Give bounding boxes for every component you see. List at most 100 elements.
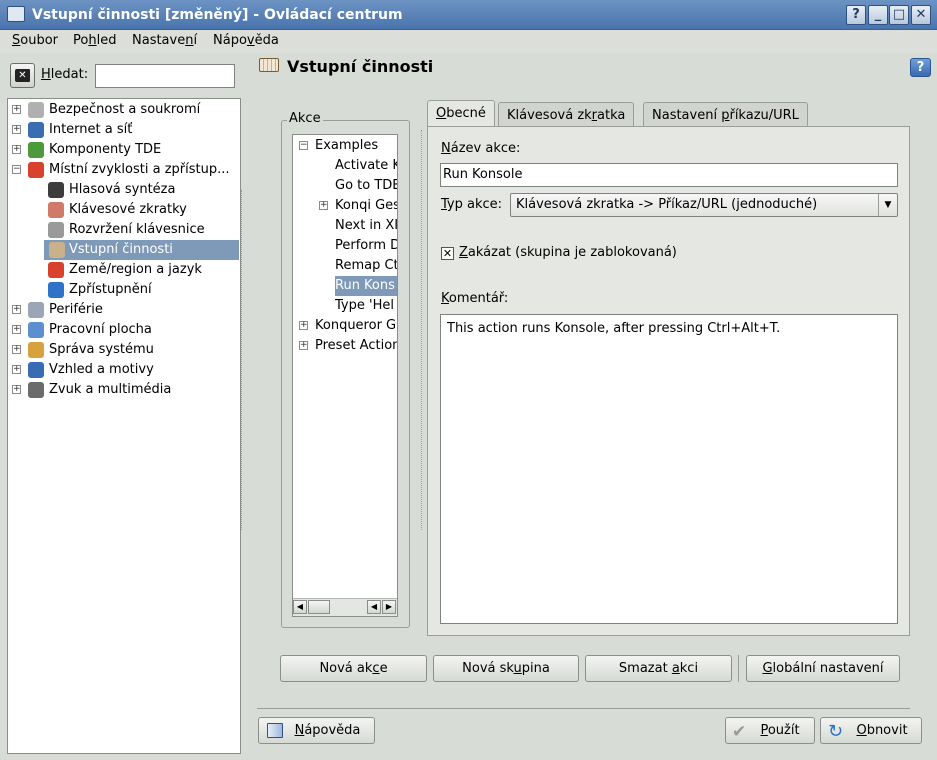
button-text: kci xyxy=(679,661,699,676)
actions-tree[interactable]: Examples − Activate K Go to TDE Konqi Ges + Ne… xyxy=(292,134,398,617)
button-mnemonic: a xyxy=(671,661,680,676)
scroll-thumb[interactable] xyxy=(308,600,330,614)
tab-obecne[interactable]: Obecné xyxy=(427,100,495,128)
maximize-button[interactable]: □ xyxy=(889,5,909,25)
collapse-icon[interactable]: − xyxy=(299,141,308,150)
menu-soubor[interactable]: Soubor xyxy=(12,33,58,48)
apply-button[interactable]: ✔ Použít xyxy=(725,717,815,744)
module-icon xyxy=(48,182,64,198)
close-button[interactable]: ✕ xyxy=(911,5,931,25)
action-item[interactable]: Activate K xyxy=(335,156,397,176)
label-text: ázev akce: xyxy=(450,141,521,156)
module-icon xyxy=(49,242,65,258)
expand-icon[interactable]: + xyxy=(12,385,21,394)
action-item[interactable]: Preset Action xyxy=(315,336,397,356)
comment-label: Komentář: xyxy=(441,291,508,306)
action-name-input[interactable]: Run Konsole xyxy=(440,163,898,187)
menu-text: oubor xyxy=(20,33,59,48)
expand-icon[interactable]: + xyxy=(12,365,21,374)
sidebar-item-label: Místní zvyklosti a zpřístup... xyxy=(49,162,230,177)
button-mnemonic: G xyxy=(762,661,773,676)
delete-action-button[interactable]: Smazat akci xyxy=(585,655,732,682)
menu-napoveda[interactable]: Nápověda xyxy=(213,33,279,48)
sidebar-item[interactable]: + Bezpečnost a soukromí xyxy=(8,100,239,120)
module-icon xyxy=(48,282,64,298)
sidebar-item[interactable]: Zpřístupnění xyxy=(8,280,239,300)
sidebar-item[interactable]: + Internet a síť xyxy=(8,120,239,140)
sidebar-item[interactable]: + Vzhled a motivy xyxy=(8,360,239,380)
menu-pohled[interactable]: Pohled xyxy=(73,33,116,48)
sidebar-item-label: Internet a síť xyxy=(49,122,133,137)
expand-icon[interactable]: + xyxy=(12,325,21,334)
sidebar-item[interactable]: Rozvržení klávesnice xyxy=(8,220,239,240)
menu-nastaveni[interactable]: Nastavení xyxy=(132,33,197,48)
action-item[interactable]: Konqi Ges xyxy=(335,196,397,216)
sidebar-item[interactable]: − Místní zvyklosti a zpřístup... xyxy=(8,160,239,180)
sidebar-item[interactable]: Hlasová syntéza xyxy=(8,180,239,200)
sidebar-item[interactable]: + Komponenty TDE xyxy=(8,140,239,160)
action-type-select[interactable]: Klávesová zkratka -> Příkaz/URL (jednodu… xyxy=(510,193,898,217)
sidebar-item[interactable]: + Zvuk a multimédia xyxy=(8,380,239,400)
scroll-left-icon[interactable]: ◀ xyxy=(367,600,381,614)
action-item[interactable]: Konqueror G xyxy=(315,316,397,336)
action-item[interactable]: Examples xyxy=(315,136,397,156)
action-item[interactable]: Run Kons xyxy=(335,276,397,296)
action-item[interactable]: Remap Ct xyxy=(335,256,397,276)
sidebar-item[interactable]: + Periférie xyxy=(8,300,239,320)
menu-mnemonic: h xyxy=(88,33,97,48)
module-icon xyxy=(28,162,44,178)
sidebar-item-label: Zpřístupnění xyxy=(69,282,152,297)
expand-icon[interactable]: + xyxy=(12,345,21,354)
horizontal-scrollbar[interactable]: ◀ ◀ ▶ xyxy=(293,598,397,616)
expand-icon[interactable]: + xyxy=(299,321,308,330)
sidebar-splitter[interactable] xyxy=(241,190,243,530)
help-icon[interactable]: ? xyxy=(910,58,931,77)
action-item-label: Run Kons xyxy=(335,278,395,293)
expand-icon[interactable]: + xyxy=(319,201,328,210)
chevron-down-icon[interactable]: ▼ xyxy=(878,194,897,216)
sidebar-item[interactable]: + Správa systému xyxy=(8,340,239,360)
sidebar-item[interactable]: Země/region a jazyk xyxy=(8,260,239,280)
new-group-button[interactable]: Nová skupina xyxy=(433,655,579,682)
collapse-icon[interactable]: − xyxy=(12,165,21,174)
splitter[interactable] xyxy=(421,130,423,530)
sidebar-item-label: Rozvržení klávesnice xyxy=(69,222,205,237)
new-action-button[interactable]: Nová akce xyxy=(280,655,427,682)
expand-icon[interactable]: + xyxy=(12,125,21,134)
action-item-label: Preset Action xyxy=(315,338,397,353)
scroll-left-icon[interactable]: ◀ xyxy=(293,600,307,614)
action-item[interactable]: Perform D xyxy=(335,236,397,256)
disable-label[interactable]: Zakázat (skupina je zablokovaná) xyxy=(459,245,677,260)
disable-checkbox[interactable]: ✕ xyxy=(441,247,454,260)
expand-icon[interactable]: + xyxy=(12,145,21,154)
global-settings-button[interactable]: Globální nastavení xyxy=(746,655,900,682)
tab-nastaveni-prikazu[interactable]: Nastavení příkazu/URL xyxy=(643,102,808,128)
clear-search-button[interactable]: ✕ xyxy=(10,63,35,88)
tab-klavesova-zkratka[interactable]: Klávesová zkratka xyxy=(498,102,635,128)
comment-textarea[interactable]: This action runs Konsole, after pressing… xyxy=(440,314,898,624)
module-tree[interactable]: + Bezpečnost a soukromí + Internet a síť + Ko… xyxy=(7,98,241,754)
sidebar-item[interactable]: + Pracovní plocha xyxy=(8,320,239,340)
expand-icon[interactable]: + xyxy=(12,305,21,314)
minimize-button[interactable]: _ xyxy=(868,5,888,25)
title-bar: Vstupní činnosti [změněný] - Ovládací ce… xyxy=(0,0,937,30)
action-item[interactable]: Next in XI xyxy=(335,216,397,236)
reset-button[interactable]: ↻ Obnovit xyxy=(820,717,922,744)
action-item[interactable]: Type 'Hel xyxy=(335,296,397,316)
help-button[interactable]: Nápověda xyxy=(258,717,375,744)
button-divider xyxy=(738,655,739,682)
module-icon xyxy=(48,262,64,278)
action-item-label: Next in XI xyxy=(335,218,397,233)
expand-icon[interactable]: + xyxy=(12,105,21,114)
scroll-right-icon[interactable]: ▶ xyxy=(382,600,396,614)
sidebar-item-label: Zvuk a multimédia xyxy=(49,382,172,397)
sidebar-item[interactable]: Vstupní činnosti xyxy=(44,240,239,260)
action-item[interactable]: Go to TDE xyxy=(335,176,397,196)
expand-icon[interactable]: + xyxy=(299,341,308,350)
bottom-separator xyxy=(257,708,910,709)
sidebar-item[interactable]: Klávesové zkratky xyxy=(8,200,239,220)
module-icon xyxy=(28,362,44,378)
help-window-button[interactable]: ? xyxy=(846,5,866,25)
action-item-label: Go to TDE xyxy=(335,178,397,193)
search-input[interactable] xyxy=(95,64,235,88)
